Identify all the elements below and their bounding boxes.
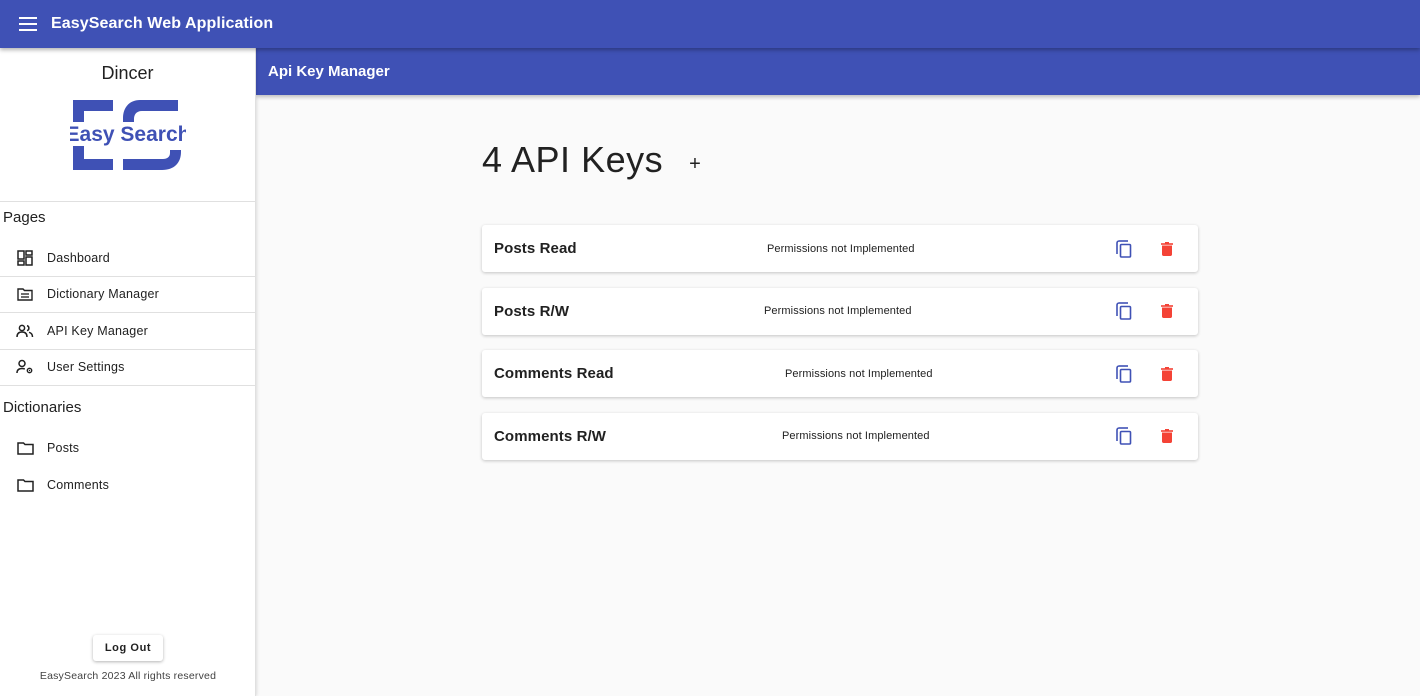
folder-icon [15,475,35,495]
sidebar-item-label: Dashboard [47,250,110,265]
sidebar-footer: Log Out EasySearch 2023 All rights reser… [0,635,256,682]
logo: Easy Search [0,98,255,202]
page-header-bar: Api Key Manager [256,48,1420,95]
copy-icon[interactable] [1114,239,1134,259]
sidebar-item-label: Dictionary Manager [47,287,159,302]
keys-header: 4 API Keys + [482,130,1198,190]
api-key-name: Comments Read [494,365,614,382]
api-key-permissions: Permissions not Implemented [767,242,915,255]
add-key-button[interactable]: + [689,153,701,176]
pages-section-title: Pages [3,209,46,226]
page-title: Api Key Manager [268,63,390,80]
folder-list-icon [15,284,35,304]
api-key-count: 4 API Keys [482,139,664,180]
api-key-permissions: Permissions not Implemented [785,367,933,380]
menu-icon[interactable] [16,12,40,36]
logout-button[interactable]: Log Out [92,635,164,661]
api-key-card: Comments Read Permissions not Implemente… [482,350,1198,397]
sidebar-item-dictionary-comments[interactable]: Comments [0,467,255,504]
app-bar: EasySearch Web Application [0,0,1420,48]
sidebar-item-dictionary-manager[interactable]: Dictionary Manager [0,277,255,313]
people-icon [15,321,35,341]
api-key-card: Posts R/W Permissions not Implemented [482,287,1198,335]
sidebar-item-user-settings[interactable]: User Settings [0,350,255,386]
api-key-card: Comments R/W Permissions not Implemented [482,412,1198,460]
main-content: 4 API Keys + Posts Read Permissions not … [482,130,1198,475]
delete-icon[interactable] [1157,239,1177,259]
copy-icon[interactable] [1114,301,1134,321]
copy-icon[interactable] [1114,364,1134,384]
sidebar-item-dashboard[interactable]: Dashboard [0,240,255,277]
api-key-name: Comments R/W [494,427,607,445]
delete-icon[interactable] [1157,301,1177,321]
api-key-card: Posts Read Permissions not Implemented [482,225,1198,272]
sidebar: Dincer Easy Search Pages Dashboard Dicti… [0,48,256,696]
copy-icon[interactable] [1114,426,1134,446]
api-key-permissions: Permissions not Implemented [782,430,930,442]
dashboard-icon [15,248,35,268]
api-key-permissions: Permissions not Implemented [764,305,912,317]
sidebar-item-dictionary-posts[interactable]: Posts [0,430,255,467]
app-title: EasySearch Web Application [51,15,274,32]
copyright-text: EasySearch 2023 All rights reserved [39,670,217,682]
sidebar-item-label: User Settings [47,360,125,375]
sidebar-item-label: Posts [47,441,80,456]
api-key-list: Posts Read Permissions not Implemented P… [482,225,1198,460]
sidebar-item-label: API Key Manager [47,323,148,338]
api-key-name: Posts Read [494,240,577,257]
username: Dincer [101,63,154,83]
sidebar-item-label: Comments [47,477,110,492]
dictionaries-section-title: Dictionaries [3,399,82,416]
logo-text: Easy Search [70,123,186,146]
api-key-name: Posts R/W [494,302,570,320]
sidebar-item-api-key-manager[interactable]: API Key Manager [0,313,255,350]
folder-icon [15,438,35,458]
delete-icon[interactable] [1157,426,1177,446]
person-settings-icon [15,357,35,377]
delete-icon[interactable] [1157,364,1177,384]
